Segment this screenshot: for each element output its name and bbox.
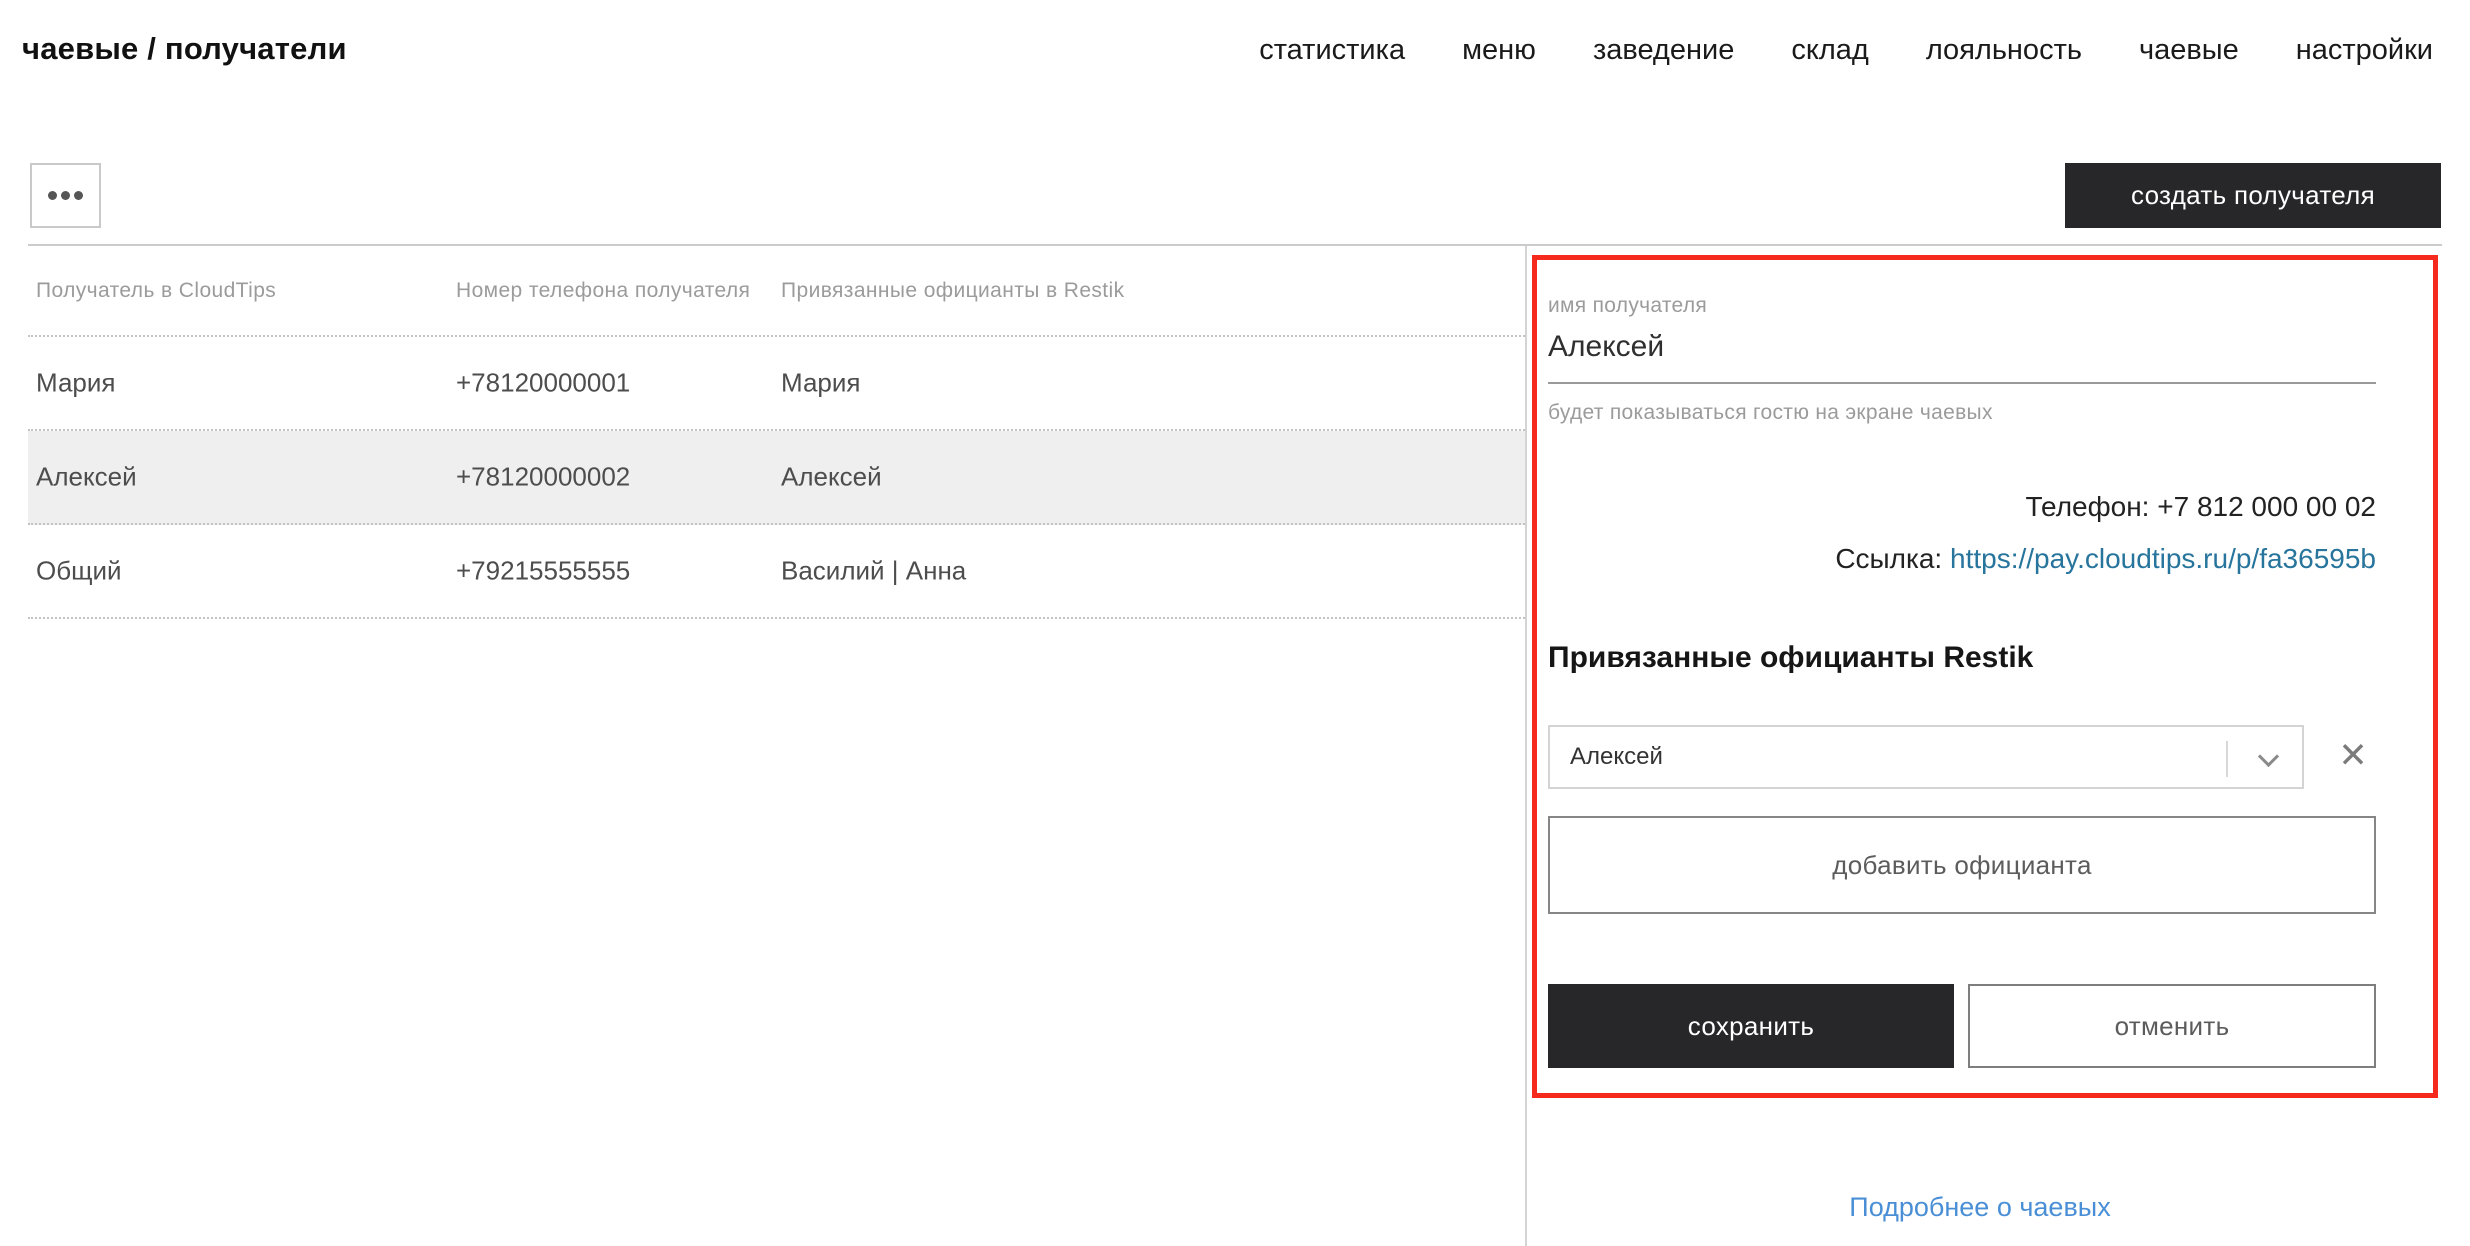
remove-waiter-button[interactable]: ✕ [2332, 733, 2374, 779]
nav-item-settings[interactable]: настройки [2296, 34, 2433, 67]
recipient-name-label: имя получателя [1548, 294, 1707, 318]
chevron-down-icon [2258, 746, 2279, 767]
nav-item-venue[interactable]: заведение [1593, 34, 1734, 67]
table-row[interactable]: Мария +78120000001 Мария [28, 337, 1525, 431]
waiter-select[interactable]: Алексей [1548, 725, 2304, 789]
phone-label: Телефон: [2026, 491, 2150, 522]
cell-waiters: Алексей [781, 462, 882, 493]
linked-waiters-heading: Привязанные официанты Restik [1548, 641, 2033, 675]
cell-recipient: Мария [36, 368, 115, 399]
table-header-row: Получатель в CloudTips Номер телефона по… [28, 246, 1525, 337]
link-label: Ссылка: [1835, 543, 1942, 574]
table-row-selected[interactable]: Алексей +78120000002 Алексей [28, 431, 1525, 525]
recipients-table: Получатель в CloudTips Номер телефона по… [28, 246, 1525, 619]
ellipsis-icon [48, 191, 83, 200]
cell-phone: +79215555555 [456, 556, 630, 587]
column-header-waiters: Привязанные официанты в Restik [781, 279, 1125, 303]
app-window: чаевые / получатели статистика меню заве… [0, 0, 2470, 1246]
save-button[interactable]: сохранить [1548, 984, 1954, 1068]
recipient-name-input[interactable] [1548, 328, 2376, 384]
recipient-phone-line: Телефон: +7 812 000 00 02 [2026, 491, 2376, 523]
waiter-select-value: Алексей [1570, 743, 1663, 771]
cloudtips-payment-link[interactable]: https://pay.cloudtips.ru/p/fa36595b [1950, 543, 2376, 574]
more-options-button[interactable] [30, 163, 101, 228]
cell-recipient: Алексей [36, 462, 137, 493]
create-recipient-button[interactable]: создать получателя [2065, 163, 2441, 228]
panel-divider [1525, 246, 1527, 1246]
column-header-phone: Номер телефона получателя [456, 279, 750, 303]
recipient-edit-form: имя получателя будет показываться гостю … [1548, 246, 2376, 1106]
nav-item-loyalty[interactable]: лояльность [1926, 34, 2082, 67]
table-row[interactable]: Общий +79215555555 Василий | Анна [28, 525, 1525, 619]
cell-waiters: Василий | Анна [781, 556, 966, 587]
page-title: чаевые / получатели [22, 31, 347, 67]
cell-phone: +78120000002 [456, 462, 630, 493]
top-nav: статистика меню заведение склад лояльнос… [1259, 34, 2433, 67]
nav-item-stock[interactable]: склад [1791, 34, 1868, 67]
add-waiter-button[interactable]: добавить официанта [1548, 816, 2376, 914]
cell-waiters: Мария [781, 368, 860, 399]
nav-item-statistics[interactable]: статистика [1259, 34, 1405, 67]
cancel-button[interactable]: отменить [1968, 984, 2376, 1068]
select-separator [2226, 741, 2228, 777]
phone-value: +7 812 000 00 02 [2157, 491, 2376, 522]
close-icon: ✕ [2338, 736, 2367, 775]
recipient-link-line: Ссылка: https://pay.cloudtips.ru/p/fa365… [1835, 543, 2376, 575]
cell-recipient: Общий [36, 556, 122, 587]
tips-info-link[interactable]: Подробнее о чаевых [1548, 1192, 2412, 1223]
cell-phone: +78120000001 [456, 368, 630, 399]
waiter-select-row: Алексей ✕ [1548, 725, 2376, 789]
nav-item-tips[interactable]: чаевые [2139, 34, 2239, 67]
recipient-name-hint: будет показываться гостю на экране чаевы… [1548, 401, 1993, 425]
nav-item-menu[interactable]: меню [1462, 34, 1536, 67]
column-header-recipient: Получатель в CloudTips [36, 279, 276, 303]
